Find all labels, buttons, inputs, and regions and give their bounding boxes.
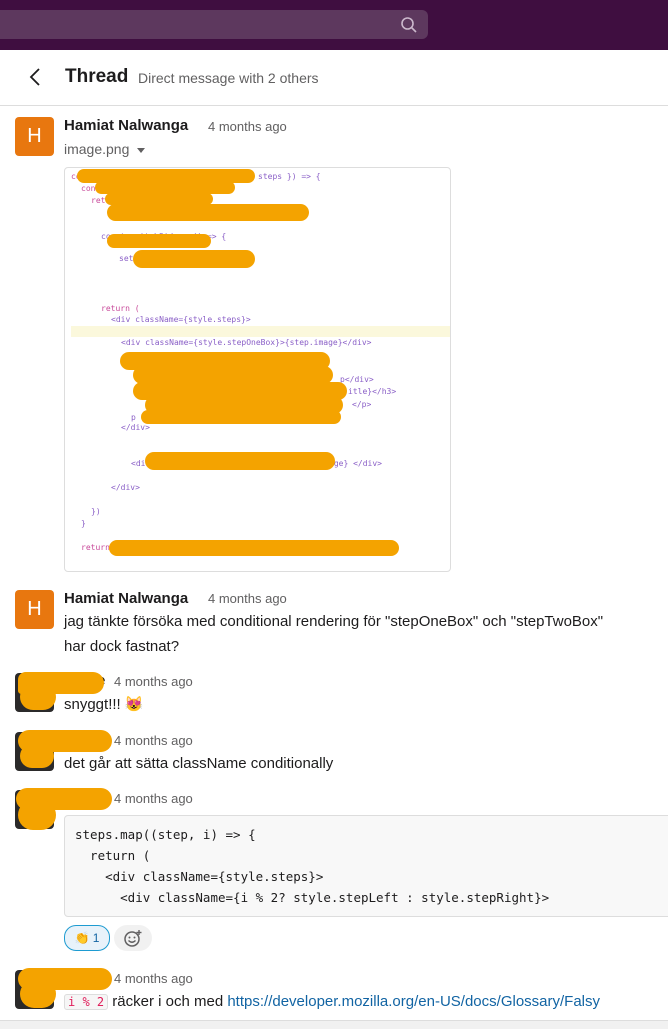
chevron-left-icon[interactable] (26, 64, 46, 90)
code-line: </div> (111, 483, 140, 492)
inline-code: i % 2 (64, 994, 109, 1010)
code-line: age} </div> (329, 459, 382, 468)
redaction-mark (145, 452, 335, 470)
clap-icon: 👏 (74, 931, 90, 945)
redaction-mark (109, 540, 399, 556)
redaction-mark (133, 250, 255, 268)
code-line: p</div> (340, 375, 374, 384)
code-line: <div className={style.steps}> (111, 315, 251, 324)
author-name[interactable]: Hamiat Nalwanga (64, 117, 188, 134)
redaction-mark (20, 980, 56, 1008)
redaction-mark (18, 800, 56, 830)
message-text: snyggt!!! 😻 (64, 696, 144, 713)
message-text: har dock fastnat? (64, 638, 180, 655)
timestamp[interactable]: 4 months ago (114, 733, 193, 748)
timestamp[interactable]: 4 months ago (114, 674, 193, 689)
code-line: return (81, 543, 110, 552)
message-text: det går att sätta className conditionall… (64, 755, 334, 772)
search-icon[interactable] (400, 16, 418, 34)
code-line: p (131, 413, 136, 422)
falsy-link[interactable]: https://developer.mozilla.org/en-US/docs… (227, 993, 600, 1010)
add-reaction-button[interactable] (114, 925, 152, 951)
timestamp[interactable]: 4 months ago (114, 791, 193, 806)
code-line: <div className={style.stepOneBox}>{step.… (121, 338, 372, 347)
reaction-count: 1 (92, 931, 100, 945)
thread-subtitle: Direct message with 2 others (138, 70, 319, 86)
thread-title: Thread (65, 66, 129, 87)
timestamp[interactable]: 4 months ago (208, 119, 287, 134)
timestamp[interactable]: 4 months ago (208, 591, 287, 606)
redaction-mark (107, 204, 309, 221)
caret-down-icon[interactable] (137, 147, 146, 153)
code-block-text: steps.map((step, i) => { return ( <div c… (75, 827, 550, 905)
reaction-button[interactable]: 👏 1 (64, 925, 110, 951)
top-bar (0, 0, 668, 50)
code-line: return ( (101, 304, 140, 313)
code-line: steps }) => { (258, 172, 321, 181)
code-line: } (81, 519, 86, 528)
highlighted-line (71, 326, 450, 337)
message-text: jag tänkte försöka med conditional rende… (64, 613, 604, 630)
redaction-mark (20, 684, 56, 710)
thread-header: Thread Direct message with 2 others (0, 50, 668, 106)
search-input[interactable] (0, 10, 428, 39)
redaction-mark (20, 744, 54, 768)
author-name[interactable]: Hamiat Nalwanga (64, 590, 188, 607)
code-line: itle}</h3> (348, 387, 397, 396)
avatar[interactable]: H (15, 590, 54, 629)
redaction-mark (107, 234, 211, 248)
message-text: i % 2 räcker i och med https://developer… (64, 990, 600, 1014)
code-screenshot-image[interactable]: const steps }) => { const return ( const… (64, 167, 451, 572)
code-line: </div> (121, 423, 150, 432)
code-line: }) (91, 507, 101, 516)
file-name[interactable]: image.png (64, 141, 146, 157)
heart-eyes-cat-icon: 😻 (124, 696, 144, 713)
code-line: </p> (352, 400, 372, 409)
avatar[interactable]: H (15, 117, 54, 156)
code-block: steps.map((step, i) => { return ( <div c… (64, 815, 668, 917)
timestamp[interactable]: 4 months ago (114, 971, 193, 986)
add-reaction-icon (124, 930, 142, 947)
redaction-mark (141, 410, 341, 424)
